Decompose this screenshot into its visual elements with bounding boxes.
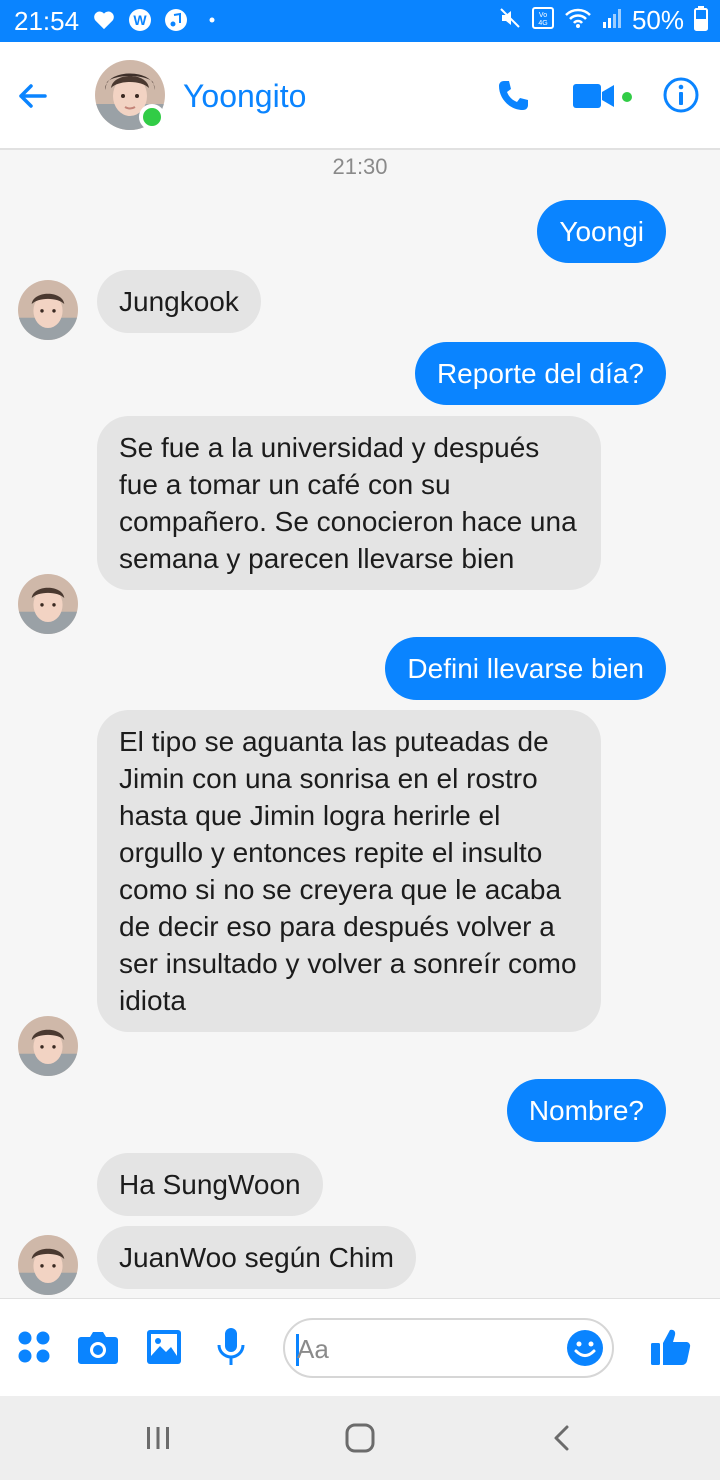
volte-4g-icon: Vo 4G — [531, 6, 554, 35]
message-input-wrapper[interactable] — [283, 1318, 614, 1378]
image-icon — [147, 1330, 181, 1364]
sender-avatar — [18, 1016, 78, 1076]
sender-avatar — [18, 1235, 78, 1295]
home-icon — [345, 1423, 375, 1453]
incoming-message[interactable]: Se fue a la universidad y después fue a … — [97, 416, 601, 590]
conversation-header: Yoongito — [0, 42, 720, 150]
message-input[interactable] — [297, 1330, 567, 1368]
outgoing-message[interactable]: Nombre? — [506, 1079, 666, 1142]
video-active-dot — [622, 92, 632, 102]
sender-avatar — [18, 574, 78, 634]
status-time: 21:54 — [14, 6, 80, 36]
smiley-icon — [567, 1330, 603, 1366]
system-navigation-bar — [0, 1396, 720, 1480]
notification-icons: W — [92, 8, 224, 32]
dot-icon — [200, 8, 224, 32]
battery-icon — [694, 5, 708, 36]
camera-icon — [78, 1332, 118, 1364]
home-button[interactable] — [340, 1418, 380, 1458]
camera-button[interactable] — [76, 1325, 120, 1369]
back-button[interactable] — [12, 76, 52, 116]
online-status-indicator — [139, 104, 165, 130]
svg-text:4G: 4G — [538, 20, 547, 27]
battery-percentage: 50% — [631, 5, 684, 35]
signal-icon — [602, 6, 622, 35]
outgoing-message[interactable]: Reporte del día? — [414, 342, 666, 405]
emoji-button[interactable] — [566, 1329, 606, 1369]
phone-icon — [499, 81, 528, 110]
incoming-message[interactable]: Jungkook — [97, 270, 261, 333]
status-bar: 21:54 W Vo 4G 50% — [0, 0, 720, 42]
back-arrow-icon — [19, 84, 47, 108]
video-camera-icon — [573, 84, 614, 108]
four-dots-icon — [18, 1331, 50, 1363]
w-app-icon: W — [128, 8, 152, 32]
system-icons: Vo 4G 50% — [498, 5, 708, 36]
system-back-button[interactable] — [542, 1418, 582, 1458]
message-list[interactable]: 21:30 Yoongi Jungkook Reporte del día? S… — [0, 150, 720, 1298]
wifi-icon — [564, 6, 592, 35]
outgoing-message[interactable]: Defini llevarse bien — [385, 637, 666, 700]
heart-icon — [92, 8, 116, 32]
thumbs-up-icon — [651, 1329, 691, 1366]
music-icon — [164, 8, 188, 32]
svg-text:W: W — [133, 12, 147, 28]
contact-name[interactable]: Yoongito — [183, 78, 306, 115]
message-timestamp: 21:30 — [332, 154, 388, 179]
more-options-button[interactable] — [12, 1325, 56, 1369]
sender-avatar — [18, 280, 78, 340]
info-icon — [663, 77, 699, 113]
voice-call-button[interactable] — [493, 76, 533, 116]
gallery-button[interactable] — [142, 1325, 186, 1369]
recent-apps-icon — [147, 1427, 169, 1449]
svg-text:Vo: Vo — [539, 12, 547, 19]
chevron-left-icon — [554, 1425, 569, 1451]
recent-apps-button[interactable] — [138, 1418, 178, 1458]
incoming-message[interactable]: El tipo se aguanta las puteadas de Jimin… — [97, 710, 601, 1032]
message-composer — [0, 1298, 720, 1396]
mute-icon — [498, 6, 522, 35]
microphone-icon — [217, 1328, 245, 1365]
video-call-button[interactable] — [572, 78, 616, 114]
voice-record-button[interactable] — [209, 1325, 253, 1369]
outgoing-message[interactable]: Yoongi — [537, 200, 666, 263]
info-button[interactable] — [662, 76, 700, 114]
incoming-message[interactable]: JuanWoo según Chim — [97, 1226, 416, 1289]
incoming-message[interactable]: Ha SungWoon — [97, 1153, 323, 1216]
like-button[interactable] — [649, 1325, 693, 1369]
